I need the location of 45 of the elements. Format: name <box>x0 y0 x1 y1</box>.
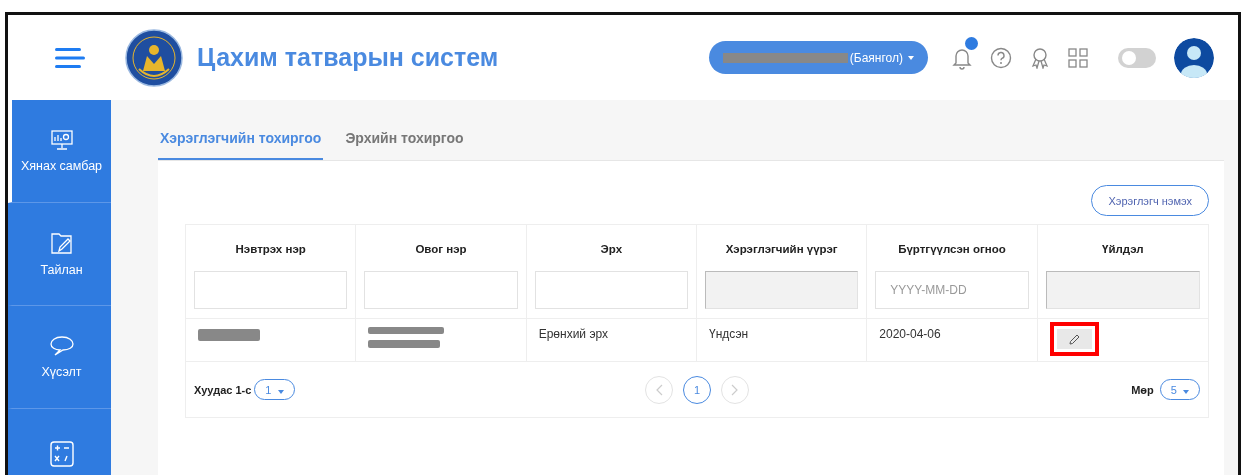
redacted-text <box>198 329 260 341</box>
caret-icon <box>908 55 914 60</box>
theme-toggle[interactable] <box>1118 47 1156 68</box>
column-header: Үйлдэл <box>1102 243 1144 255</box>
chevron-left-icon <box>655 383 663 396</box>
table-cell: 2020-04-06 <box>879 327 941 341</box>
column-header: Нэвтрэх нэр <box>235 243 306 255</box>
filter-field[interactable] <box>534 271 688 309</box>
award-icon[interactable] <box>1030 46 1050 69</box>
table-cell: Үндсэн <box>709 327 749 341</box>
filter-field[interactable] <box>364 271 518 309</box>
edit-button[interactable] <box>1056 329 1092 349</box>
notification-badge <box>965 36 978 50</box>
account-dropdown[interactable]: (Баянгол) <box>708 41 928 74</box>
speech-bubble-icon <box>48 335 75 357</box>
tab[interactable]: Эрхийн тохиргоо <box>343 130 466 160</box>
sidebar-item[interactable]: Хүсэлт <box>8 306 111 409</box>
add-user-button[interactable]: Хэрэглэгч нэмэх <box>1091 185 1209 216</box>
column-header: Овог нэр <box>415 243 467 255</box>
folder-pen-icon <box>50 231 73 255</box>
grid-icon[interactable] <box>1068 47 1088 68</box>
caret-icon <box>277 389 284 394</box>
rows-label: Мөр <box>1131 383 1154 396</box>
filter-field[interactable]: YYYY-MM-DD <box>875 271 1029 309</box>
caret-icon <box>1183 389 1189 394</box>
menu-icon[interactable] <box>53 46 85 69</box>
sidebar-item[interactable]: Хянах самбар <box>8 100 111 203</box>
calculator-icon <box>49 441 74 467</box>
table-cell: Ерөнхий эрх <box>538 327 609 341</box>
help-icon[interactable] <box>990 46 1012 69</box>
page-button[interactable]: 1 <box>683 375 711 404</box>
pencil-icon <box>1068 333 1080 345</box>
chevron-right-icon <box>731 383 739 396</box>
column-header: Бүртгүүлсэн огноо <box>898 243 1006 255</box>
column-header: Хэрэглэгчийн үүрэг <box>725 243 838 255</box>
emblem-logo <box>125 28 183 87</box>
column-header: Эрх <box>600 243 623 255</box>
page-label: Хуудас 1-с <box>194 383 252 396</box>
filter-field[interactable] <box>194 271 348 309</box>
page-select[interactable]: 1 <box>254 379 295 400</box>
sidebar-item[interactable]: Тайлан <box>8 203 111 306</box>
app-title: Цахим татварын систем <box>197 43 499 72</box>
rows-select[interactable]: 5 <box>1159 379 1200 400</box>
avatar-icon[interactable] <box>1174 37 1214 78</box>
monitor-chart-icon <box>50 129 73 151</box>
